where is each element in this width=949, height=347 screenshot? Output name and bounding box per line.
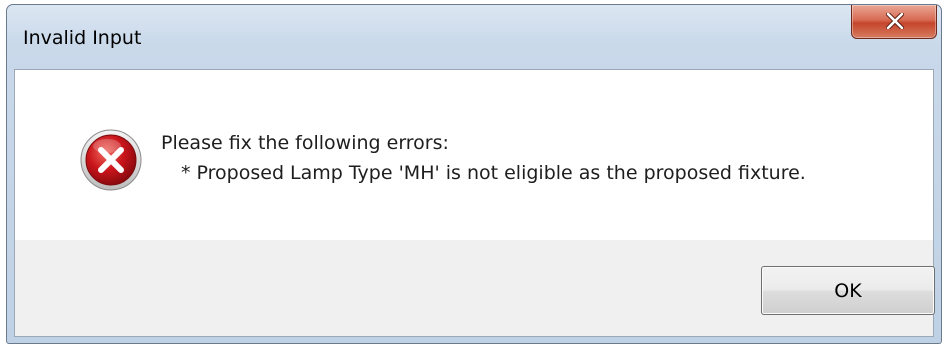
title-bar[interactable]: Invalid Input [7,5,941,67]
ok-button[interactable]: OK [761,266,935,315]
close-button[interactable] [851,5,937,39]
message-heading: Please fix the following errors: [161,132,449,154]
message-panel: Please fix the following errors: * Propos… [15,70,933,240]
close-icon [886,13,904,29]
error-icon [80,129,142,191]
dialog-body: Please fix the following errors: * Propos… [14,69,935,337]
window-title: Invalid Input [23,27,142,49]
error-item: * Proposed Lamp Type 'MH' is not eligibl… [181,162,806,184]
error-message: Please fix the following errors: * Propos… [161,128,806,188]
dialog-window: Invalid Input Please fix the following e… [6,4,942,344]
